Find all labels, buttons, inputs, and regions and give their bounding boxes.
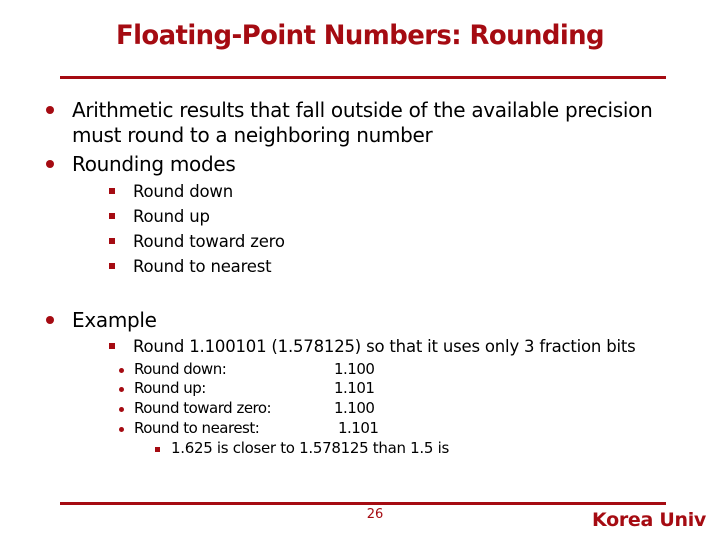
- bullet-dot-icon: [119, 368, 124, 373]
- example-label: Round toward zero:: [134, 399, 272, 417]
- example-row-round-up: Round up: 1.101: [0, 379, 720, 398]
- bullet-dot-icon: [46, 106, 54, 114]
- square-bullet-icon: [109, 213, 115, 219]
- list-item-text: Round to nearest: [133, 257, 272, 276]
- footer-divider: [60, 502, 666, 505]
- bullet-dot-icon: [119, 387, 124, 392]
- list-item-round-to-nearest: Round to nearest: [0, 254, 720, 279]
- example-text: Round 1.100101 (1.578125) so that it use…: [133, 337, 636, 356]
- bullet-example: Example: [0, 307, 720, 333]
- bullet-arithmetic-results: Arithmetic results that fall outside of …: [0, 97, 720, 149]
- example-row-round-toward-zero: Round toward zero: 1.100: [0, 399, 720, 418]
- example-label: Round to nearest:: [134, 419, 260, 437]
- bullet-text-line-2: must round to a neighboring number: [72, 123, 433, 147]
- example-value: 1.100: [334, 360, 375, 378]
- bullet-dot-icon: [119, 427, 124, 432]
- bullet-text-line-1: Arithmetic results that fall outside of …: [72, 98, 653, 122]
- bullet-text: Rounding modes: [72, 152, 236, 176]
- bullet-text: Example: [72, 308, 157, 332]
- example-label: Round up:: [134, 379, 206, 397]
- brand-logo-text: Korea Univ: [592, 509, 706, 531]
- example-row-round-to-nearest: Round to nearest: 1.101: [0, 419, 720, 438]
- bullet-dot-icon: [46, 316, 54, 324]
- bullet-dot-icon: [119, 407, 124, 412]
- square-bullet-icon: [109, 238, 115, 244]
- square-bullet-icon: [155, 447, 160, 452]
- bullet-dot-icon: [46, 160, 54, 168]
- list-item-text: Round up: [133, 207, 210, 226]
- slide-title: Floating-Point Numbers: Rounding: [115, 20, 605, 51]
- example-note-text: 1.625 is closer to 1.578125 than 1.5 is: [171, 439, 449, 457]
- list-item-text: Round toward zero: [133, 232, 285, 251]
- page-number: 26: [366, 507, 384, 522]
- square-bullet-icon: [109, 188, 115, 194]
- list-item-round-down: Round down: [0, 179, 720, 204]
- square-bullet-icon: [109, 343, 115, 349]
- example-value: 1.101: [334, 379, 375, 397]
- example-value: 1.100: [334, 399, 375, 417]
- example-statement: Round 1.100101 (1.578125) so that it use…: [0, 334, 720, 359]
- title-divider: [60, 76, 666, 79]
- example-label: Round down:: [134, 360, 227, 378]
- list-item-round-toward-zero: Round toward zero: [0, 229, 720, 254]
- bullet-rounding-modes: Rounding modes: [0, 151, 720, 177]
- example-note: 1.625 is closer to 1.578125 than 1.5 is: [0, 439, 720, 458]
- example-value: 1.101: [338, 419, 379, 437]
- list-item-text: Round down: [133, 182, 233, 201]
- square-bullet-icon: [109, 263, 115, 269]
- list-item-round-up: Round up: [0, 204, 720, 229]
- example-row-round-down: Round down: 1.100: [0, 360, 720, 379]
